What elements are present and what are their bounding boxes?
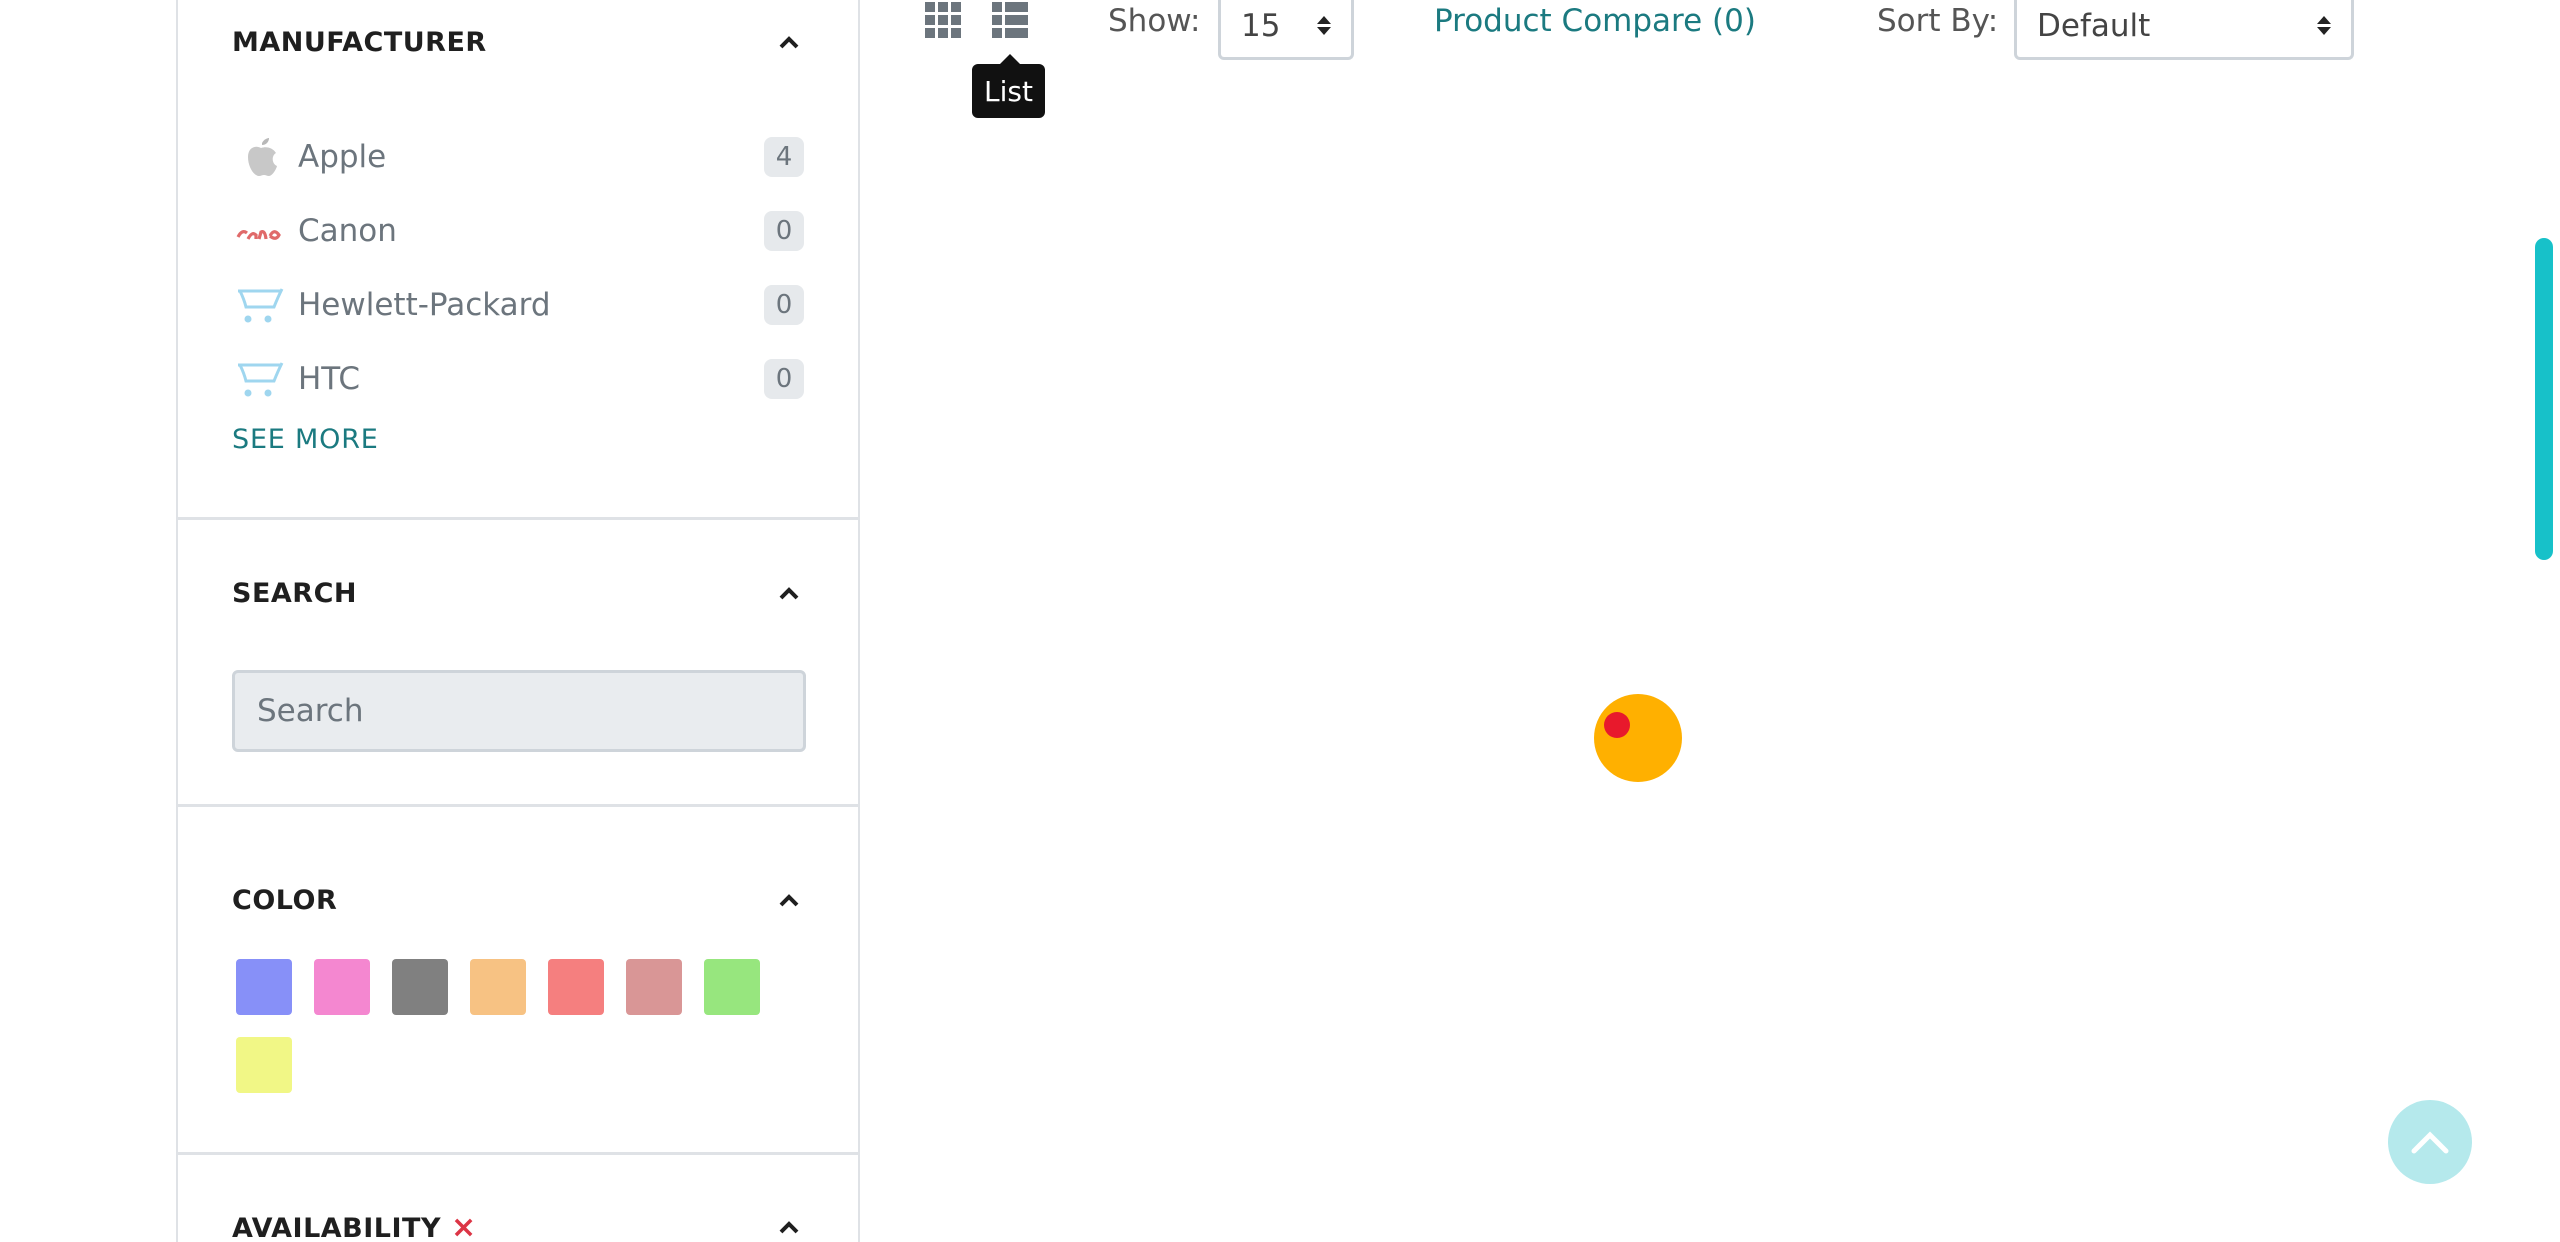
collapse-chevron-up-icon[interactable]	[774, 885, 804, 915]
select-arrows-icon	[2317, 16, 2331, 35]
color-swatch[interactable]	[392, 959, 448, 1015]
color-panel-header[interactable]: COLOR	[232, 880, 804, 920]
availability-panel: AVAILABILITY ×	[178, 1155, 858, 1242]
see-more-link[interactable]: SEE MORE	[232, 424, 379, 455]
loading-spinner-dot	[1604, 712, 1630, 738]
filter-sidebar: MANUFACTURER Apple 4 Canon 0 Hewlett-Pac…	[176, 0, 860, 1242]
collapse-chevron-up-icon[interactable]	[774, 1212, 804, 1242]
availability-title: AVAILABILITY ×	[232, 1210, 477, 1242]
sort-by-label: Sort By:	[1877, 3, 1999, 39]
color-swatch[interactable]	[314, 959, 370, 1015]
color-swatch[interactable]	[236, 959, 292, 1015]
manufacturer-item-hewlett-packard[interactable]: Hewlett-Packard 0	[232, 268, 804, 342]
color-swatch-list	[236, 959, 796, 1093]
color-swatch[interactable]	[704, 959, 760, 1015]
scroll-to-top-button[interactable]	[2388, 1100, 2472, 1184]
apple-logo-icon	[232, 134, 290, 180]
show-limit-value: 15	[1241, 7, 1281, 44]
page-scrollbar-thumb[interactable]	[2535, 238, 2553, 560]
manufacturer-count-badge: 0	[764, 285, 804, 325]
list-view-icon[interactable]	[990, 0, 1030, 40]
availability-panel-header[interactable]: AVAILABILITY ×	[232, 1207, 804, 1242]
manufacturer-item-canon[interactable]: Canon 0	[232, 194, 804, 268]
color-swatch[interactable]	[470, 959, 526, 1015]
manufacturer-count-badge: 0	[764, 359, 804, 399]
search-title: SEARCH	[232, 577, 357, 609]
search-input[interactable]	[232, 670, 806, 752]
show-limit-select[interactable]: 15	[1218, 0, 1354, 60]
cart-placeholder-icon	[232, 282, 290, 328]
manufacturer-count-badge: 4	[764, 137, 804, 177]
select-arrows-icon	[1317, 16, 1331, 35]
clear-filter-icon[interactable]: ×	[451, 1210, 477, 1242]
list-view-tooltip: List	[972, 54, 1045, 118]
show-label: Show:	[1108, 3, 1201, 39]
availability-title-text: AVAILABILITY	[232, 1212, 442, 1242]
manufacturer-name: Hewlett-Packard	[298, 287, 551, 323]
color-panel: COLOR	[178, 807, 858, 1155]
grid-view-icon[interactable]	[923, 0, 963, 40]
manufacturer-panel-header[interactable]: MANUFACTURER	[232, 22, 804, 62]
manufacturer-panel: MANUFACTURER Apple 4 Canon 0 Hewlett-Pac…	[178, 0, 858, 520]
manufacturer-item-htc[interactable]: HTC 0	[232, 342, 804, 416]
manufacturer-item-apple[interactable]: Apple 4	[232, 120, 804, 194]
manufacturer-count-badge: 0	[764, 211, 804, 251]
product-compare-link[interactable]: Product Compare (0)	[1434, 0, 1756, 42]
manufacturer-list: Apple 4 Canon 0 Hewlett-Packard 0 HTC 0	[232, 120, 804, 416]
color-swatch[interactable]	[548, 959, 604, 1015]
manufacturer-name: Apple	[298, 139, 387, 175]
cart-placeholder-icon	[232, 356, 290, 402]
page-scrollbar-track[interactable]	[2532, 0, 2560, 1242]
collapse-chevron-up-icon[interactable]	[774, 578, 804, 608]
manufacturer-name: HTC	[298, 361, 361, 397]
color-swatch[interactable]	[236, 1037, 292, 1093]
loading-spinner-icon	[1594, 694, 1682, 782]
color-swatch[interactable]	[626, 959, 682, 1015]
color-title: COLOR	[232, 884, 338, 916]
search-panel-header[interactable]: SEARCH	[232, 573, 804, 613]
sort-by-value: Default	[2037, 7, 2151, 44]
manufacturer-name: Canon	[298, 213, 397, 249]
manufacturer-title: MANUFACTURER	[232, 26, 487, 58]
search-panel: SEARCH	[178, 520, 858, 807]
canon-logo-icon	[232, 208, 290, 254]
collapse-chevron-up-icon[interactable]	[774, 27, 804, 57]
sort-by-select[interactable]: Default	[2014, 0, 2354, 60]
chevron-up-icon	[2411, 1131, 2449, 1154]
